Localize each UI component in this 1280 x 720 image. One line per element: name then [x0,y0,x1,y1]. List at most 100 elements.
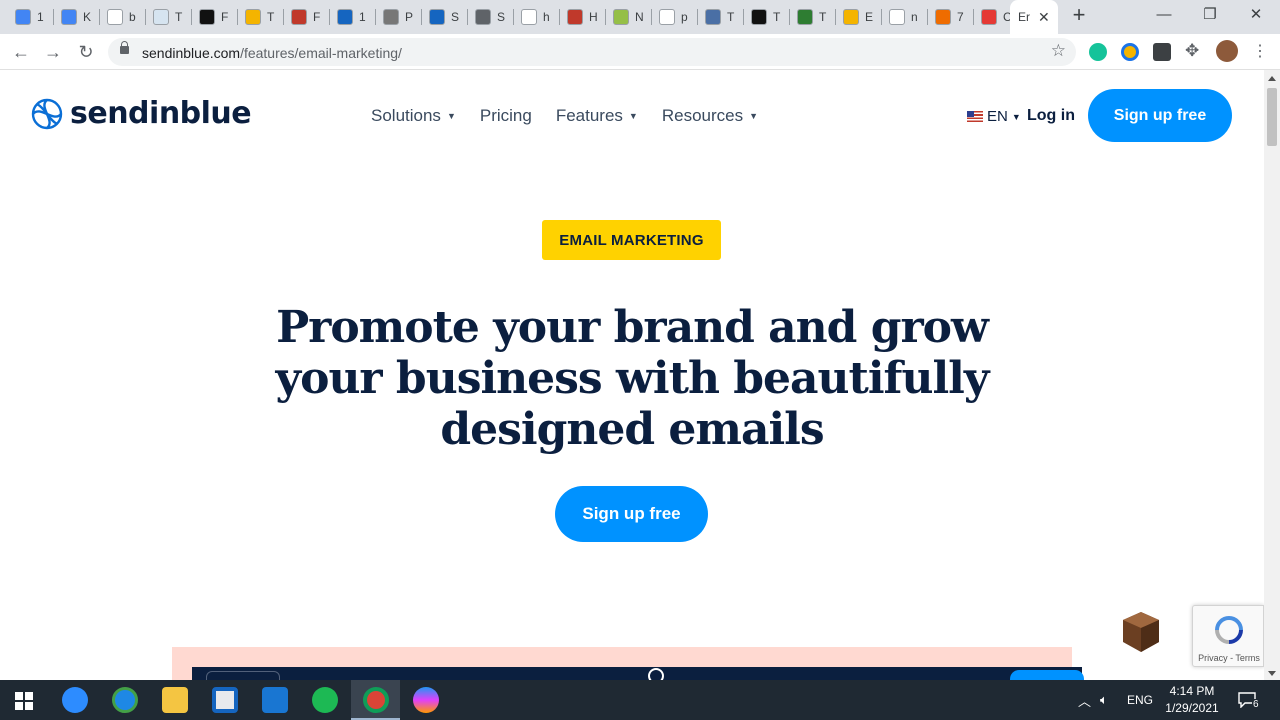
browser-tab[interactable]: T [790,6,836,28]
main-navigation: Solutions ▼ Pricing Features ▼ Resources ▼ [371,106,782,126]
forward-arrow-icon[interactable]: → [41,40,65,64]
tab-title: T [819,10,827,24]
active-tab[interactable]: Er ✕ [1010,0,1058,34]
input-language[interactable]: ENG [1127,680,1153,720]
language-label: EN [987,108,1008,125]
grammarly-extension-icon[interactable] [1089,43,1107,61]
page-scrollbar[interactable] [1264,70,1280,680]
scrollbar-thumb[interactable] [1267,88,1277,146]
browser-tab[interactable]: S [468,6,514,28]
login-link[interactable]: Log in [1027,107,1075,125]
nav-resources[interactable]: Resources ▼ [662,106,758,126]
puzzle-extensions-icon[interactable]: ✥ [1185,41,1199,61]
tab-title: 7 [957,10,964,24]
close-window-button[interactable]: ✕ [1233,4,1279,28]
browser-tab[interactable]: p [652,6,698,28]
browser-tab[interactable]: h [514,6,560,28]
browser-tab[interactable]: P [376,6,422,28]
show-hidden-icons-chevron-icon[interactable]: ︿ [1078,680,1091,720]
browser-tab[interactable]: K [54,6,100,28]
nav-features[interactable]: Features ▼ [556,106,638,126]
tab-title: p [681,10,688,24]
browser-tab[interactable]: S [422,6,468,28]
language-selector[interactable]: EN ▼ [967,108,1021,125]
extension-icon[interactable] [1121,43,1139,61]
recaptcha-links[interactable]: Privacy - Terms [1193,653,1264,663]
bookmark-star-icon[interactable]: ☆ [1051,41,1066,61]
recaptcha-badge[interactable]: Privacy - Terms [1192,605,1264,667]
speaker-volume-icon[interactable]: 🔈︎ [1100,680,1108,720]
scroll-down-icon[interactable] [1268,671,1276,676]
profile-avatar[interactable] [1216,40,1238,62]
browser-tab[interactable]: F [284,6,330,28]
hero-headline: Promote your brand and grow your busines… [275,302,990,455]
tab-favicon-icon [889,9,905,25]
browser-tab[interactable]: T [146,6,192,28]
extension-menu-icon[interactable] [1153,43,1171,61]
tab-favicon-icon [337,9,353,25]
browser-tab[interactable]: F [192,6,238,28]
signup-hero-button[interactable]: Sign up free [555,486,708,542]
nav-solutions[interactable]: Solutions ▼ [371,106,456,126]
tab-favicon-icon [61,9,77,25]
url-text: sendinblue.com/features/email-marketing/ [142,45,402,61]
browser-tab[interactable]: H [560,6,606,28]
scroll-up-icon[interactable] [1268,76,1276,81]
minimize-button[interactable]: — [1141,4,1187,28]
microsoft-store-icon[interactable] [212,687,238,713]
browser-tab[interactable]: 1 [8,6,54,28]
tab-title: H [589,10,598,24]
caret-down-icon: ▼ [1011,111,1021,122]
signup-header-button[interactable]: Sign up free [1088,89,1232,142]
tab-title: E [865,10,874,24]
url-path: /features/email-marketing/ [240,45,402,61]
browser-tab[interactable]: b [100,6,146,28]
zoom-app-icon[interactable] [62,687,88,713]
preview-dark-bar [192,667,1084,680]
preview-button [1010,670,1084,680]
address-bar[interactable]: sendinblue.com/features/email-marketing/… [108,38,1076,66]
new-tab-button[interactable]: + [1068,4,1090,28]
nav-pricing[interactable]: Pricing [480,106,532,126]
tab-favicon-icon [935,9,951,25]
browser-tab[interactable]: 7 [928,6,974,28]
tab-title: b [129,10,136,24]
paint-app-icon[interactable] [413,687,439,713]
tab-favicon-icon [521,9,537,25]
url-host: sendinblue.com [142,45,241,61]
lock-icon [120,41,129,54]
reload-icon[interactable]: ↻ [74,40,98,64]
windows-start-icon[interactable] [15,692,33,710]
spotify-icon[interactable] [312,687,338,713]
mail-app-icon[interactable] [262,687,288,713]
tab-favicon-icon [797,9,813,25]
chrome-menu-icon[interactable]: ⋮ [1252,41,1268,61]
sendinblue-logo[interactable]: sendinblue [30,96,252,131]
system-clock[interactable]: 4:14 PM 1/29/2021 [1158,683,1226,717]
tab-title: S [497,10,506,24]
recaptcha-icon [1215,616,1243,644]
chat-widget-cube-icon[interactable] [1121,610,1161,654]
nav-resources-label: Resources [661,106,744,125]
tab-title: 1 [359,10,366,24]
edge-browser-icon[interactable] [112,687,138,713]
browser-tab[interactable]: n [882,6,928,28]
browser-tab[interactable]: T [744,6,790,28]
browser-tab[interactable]: N [606,6,652,28]
browser-tab[interactable]: E [836,6,882,28]
file-explorer-icon[interactable] [162,687,188,713]
chrome-taskbar-button[interactable] [351,680,400,720]
tab-title: S [451,10,460,24]
tab-favicon-icon [153,9,169,25]
tab-favicon-icon [107,9,123,25]
notification-center-icon[interactable]: 6 [1238,680,1262,720]
browser-tab[interactable]: T [238,6,284,28]
back-arrow-icon[interactable]: ← [9,40,33,64]
restore-button[interactable]: ❐ [1187,4,1233,28]
tab-title: T [727,10,735,24]
close-tab-icon[interactable]: ✕ [1038,9,1050,26]
browser-tab[interactable]: 1 [330,6,376,28]
tab-title: T [267,10,275,24]
product-preview-image [172,647,1084,680]
browser-tab[interactable]: T [698,6,744,28]
